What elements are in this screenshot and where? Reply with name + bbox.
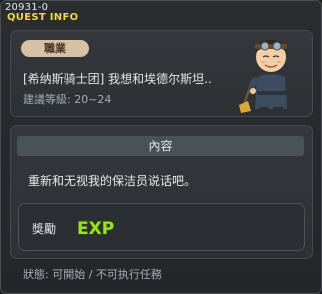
quest-status: 狀態: 可開始 / 不可执行任務 [23,268,162,281]
exp-reward-icon: EXP [76,218,114,239]
quest-title: [希纳斯骑士团] 我想和埃德尔斯坦.. [23,72,212,86]
quest-description: 重新和无视我的保洁员说话吧。 [28,174,197,188]
quest-content-card: 內容 重新和无视我的保洁员说话吧。 獎勵 EXP [10,125,313,259]
exp-icon-text: EXP [77,219,114,239]
job-tag: 職業 [21,40,89,57]
recommended-level: 建議等級: 20~24 [23,93,112,106]
npc-sweeper-icon [239,39,287,113]
quest-summary-card: 職業 [希纳斯骑士团] 我想和埃德尔斯坦.. 建議等級: 20~24 [10,30,313,117]
content-section-header: 內容 [17,136,304,156]
reward-panel: 獎勵 EXP [18,203,305,251]
reward-label: 獎勵 [32,222,57,236]
window-title: QUEST INFO [7,12,79,23]
quest-info-window: 20931-0 QUEST INFO 職業 [希纳斯骑士团] 我想和埃德尔斯坦.… [0,0,322,294]
